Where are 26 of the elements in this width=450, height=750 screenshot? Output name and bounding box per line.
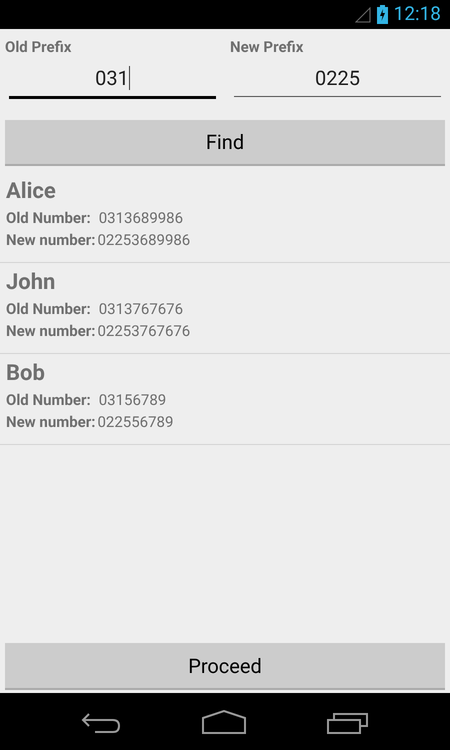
- contact-name: John: [6, 269, 56, 297]
- prefix-field[interactable]: 0225: [234, 59, 441, 96]
- contact-name: Alice: [6, 178, 57, 206]
- old-number: 0313689986: [98, 208, 184, 229]
- new-number: 022556789: [98, 412, 174, 433]
- old-number-label: Old Number:: [6, 208, 91, 229]
- home-icon[interactable]: [202, 710, 246, 734]
- prefix-field[interactable]: 031: [9, 59, 216, 96]
- new-number-label: New number:: [6, 230, 96, 251]
- battery-icon: [376, 5, 388, 24]
- old-number: 0313767676: [98, 299, 184, 320]
- new-number: 02253689986: [98, 230, 190, 251]
- new-number: 02253767676: [98, 321, 190, 342]
- field-label: New Prefix: [230, 37, 304, 57]
- proceed-button[interactable]: Proceed: [5, 643, 445, 690]
- old-number: 03156789: [98, 390, 166, 411]
- clock: 12:18: [394, 1, 441, 28]
- text-cursor: [128, 66, 130, 90]
- new-number-label: New number:: [6, 412, 96, 433]
- contact-name: Bob: [6, 360, 46, 388]
- old-number-label: Old Number:: [6, 299, 91, 320]
- field-label: Old Prefix: [5, 37, 72, 57]
- signal-icon: [354, 6, 371, 22]
- find-button[interactable]: Find: [5, 120, 445, 166]
- old-number-label: Old Number:: [6, 390, 91, 411]
- new-number-label: New number:: [6, 321, 96, 342]
